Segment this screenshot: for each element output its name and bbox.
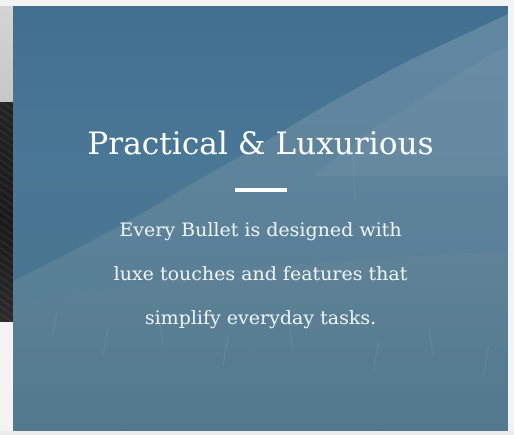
page-bottom-edge	[0, 431, 514, 435]
feature-title: Practical & Luxurious	[87, 126, 434, 162]
feature-content: Practical & Luxurious Every Bullet is de…	[13, 124, 508, 340]
title-divider	[234, 188, 287, 192]
description-line: luxe touches and features that	[113, 263, 408, 285]
feature-description: Every Bullet is designed with luxe touch…	[51, 208, 471, 340]
feature-card: Practical & Luxurious Every Bullet is de…	[13, 6, 508, 435]
description-line: simplify everyday tasks.	[144, 307, 377, 329]
description-line: Every Bullet is designed with	[119, 219, 402, 241]
